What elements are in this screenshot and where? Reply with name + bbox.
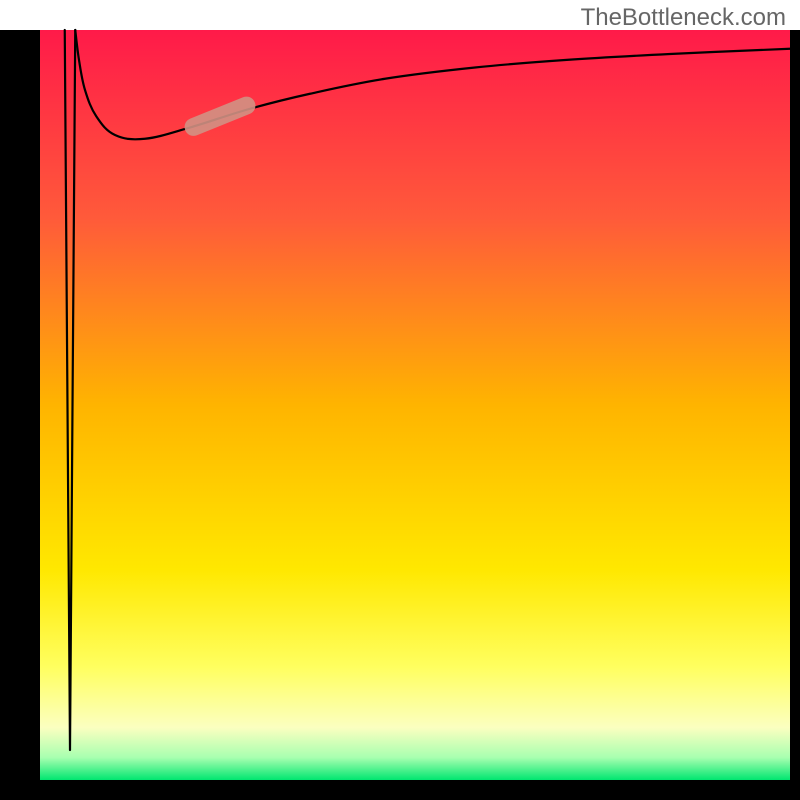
chart-container: TheBottleneck.com — [0, 0, 800, 800]
watermark-text: TheBottleneck.com — [581, 4, 786, 32]
bottleneck-chart — [0, 0, 800, 800]
plot-background — [40, 30, 790, 780]
